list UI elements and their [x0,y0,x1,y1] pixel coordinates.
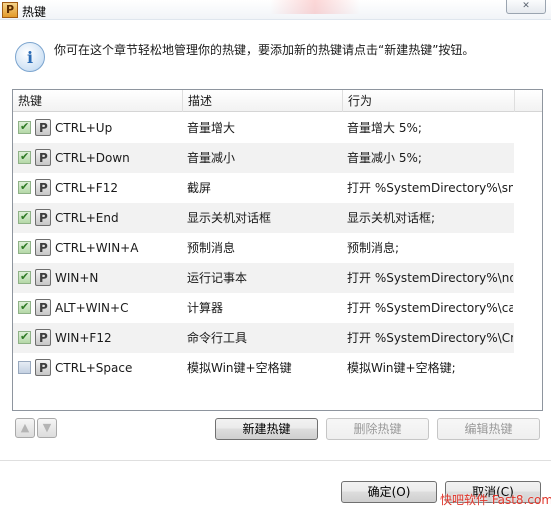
ok-button[interactable]: 确定(O) [341,481,437,503]
hotkey-cell: CTRL+Down [55,151,130,165]
enabled-checkbox[interactable] [18,179,31,195]
description-cell: 运行记事本 [187,271,248,285]
hotkey-icon: P [35,299,51,316]
arrow-down-icon: ▼ [42,421,52,434]
hotkey-cell: WIN+F12 [55,331,112,345]
description-cell: 音量增大 [187,121,236,135]
title-bar: 热键 ✕ [0,0,551,20]
description-cell: 截屏 [187,181,212,195]
action-cell: 打开 %SystemDirectory%\snip... [347,181,513,195]
hotkey-cell: CTRL+WIN+A [55,241,139,255]
enabled-checkbox[interactable] [18,149,31,165]
hotkey-cell: CTRL+F12 [55,181,118,195]
hotkey-cell: ALT+WIN+C [55,301,129,315]
table-row[interactable]: P CTRL+WIN+A 预制消息 预制消息; [13,233,542,263]
table-row[interactable]: P ALT+WIN+C 计算器 打开 %SystemDirectory%\calc..… [13,293,542,323]
enabled-checkbox[interactable] [18,361,31,374]
hotkey-icon: P [35,329,51,346]
footer-divider [0,460,551,461]
hotkey-icon: P [35,209,51,226]
hotkey-cell: CTRL+Up [55,121,113,135]
list-header: 热键 描述 行为 [13,90,542,112]
table-row[interactable]: P CTRL+Down 音量减小 音量减小 5%; [13,143,542,173]
new-hotkey-button[interactable]: 新建热键 [215,418,318,440]
action-cell: 打开 %SystemDirectory%\not... [347,271,513,285]
hotkey-list[interactable]: 热键 描述 行为 P CTRL+Up 音量增大 音量增大 5%; P CTRL+Down 音… [12,89,543,411]
hotkey-icon: P [35,269,51,286]
list-empty-area [514,112,542,410]
enabled-checkbox[interactable] [18,119,31,135]
description-cell: 计算器 [187,301,224,315]
hotkey-icon: P [35,179,51,196]
enabled-checkbox[interactable] [18,209,31,225]
arrow-up-icon: ▲ [20,421,30,434]
description-cell: 显示关机对话框 [187,211,272,225]
hotkey-icon: P [35,119,51,136]
info-description: 你可在这个章节轻松地管理你的热键，要添加新的热键请点击“新建热键”按钮。 [54,43,475,57]
table-row[interactable]: P WIN+F12 命令行工具 打开 %SystemDirectory%\Cm... [13,323,542,353]
close-icon: ✕ [522,1,530,11]
hotkey-icon: P [35,239,51,256]
enabled-checkbox[interactable] [18,299,31,315]
action-cell: 显示关机对话框; [347,211,436,225]
action-cell: 预制消息; [347,241,400,255]
close-button[interactable]: ✕ [506,0,546,14]
description-cell: 音量减小 [187,151,236,165]
action-cell: 打开 %SystemDirectory%\calc... [347,301,513,315]
description-cell: 模拟Win键+空格键 [187,361,292,375]
column-header-action[interactable]: 行为 [343,90,515,112]
app-icon [2,2,18,18]
edit-hotkey-button[interactable]: 编辑热键 [437,418,540,440]
table-row[interactable]: P CTRL+Space 模拟Win键+空格键 模拟Win键+空格键; [13,353,542,383]
hotkey-cell: WIN+N [55,271,99,285]
table-row[interactable]: P CTRL+F12 截屏 打开 %SystemDirectory%\snip... [13,173,542,203]
hotkey-cell: CTRL+End [55,211,119,225]
info-icon: i [15,42,45,72]
move-down-button[interactable]: ▼ [37,418,57,438]
table-row[interactable]: P CTRL+Up 音量增大 音量增大 5%; [13,113,542,143]
hotkey-cell: CTRL+Space [55,361,133,375]
table-row[interactable]: P CTRL+End 显示关机对话框 显示关机对话框; [13,203,542,233]
hotkey-icon: P [35,359,51,376]
enabled-checkbox[interactable] [18,329,31,345]
action-cell: 音量减小 5%; [347,151,422,165]
table-row[interactable]: P WIN+N 运行记事本 打开 %SystemDirectory%\not... [13,263,542,293]
column-header-description[interactable]: 描述 [183,90,343,112]
enabled-checkbox[interactable] [18,269,31,285]
title-bar-background [270,0,360,14]
hotkey-icon: P [35,149,51,166]
description-cell: 预制消息 [187,241,236,255]
move-up-button[interactable]: ▲ [15,418,35,438]
description-cell: 命令行工具 [187,331,248,345]
action-cell: 模拟Win键+空格键; [347,361,456,375]
delete-hotkey-button[interactable]: 删除热键 [326,418,429,440]
action-cell: 打开 %SystemDirectory%\Cm... [347,331,513,345]
window-title: 热键 [22,5,47,19]
enabled-checkbox[interactable] [18,239,31,255]
watermark-text: 快吧软件 Fast8.com [440,493,551,507]
column-header-hotkey[interactable]: 热键 [13,90,183,112]
action-cell: 音量增大 5%; [347,121,422,135]
